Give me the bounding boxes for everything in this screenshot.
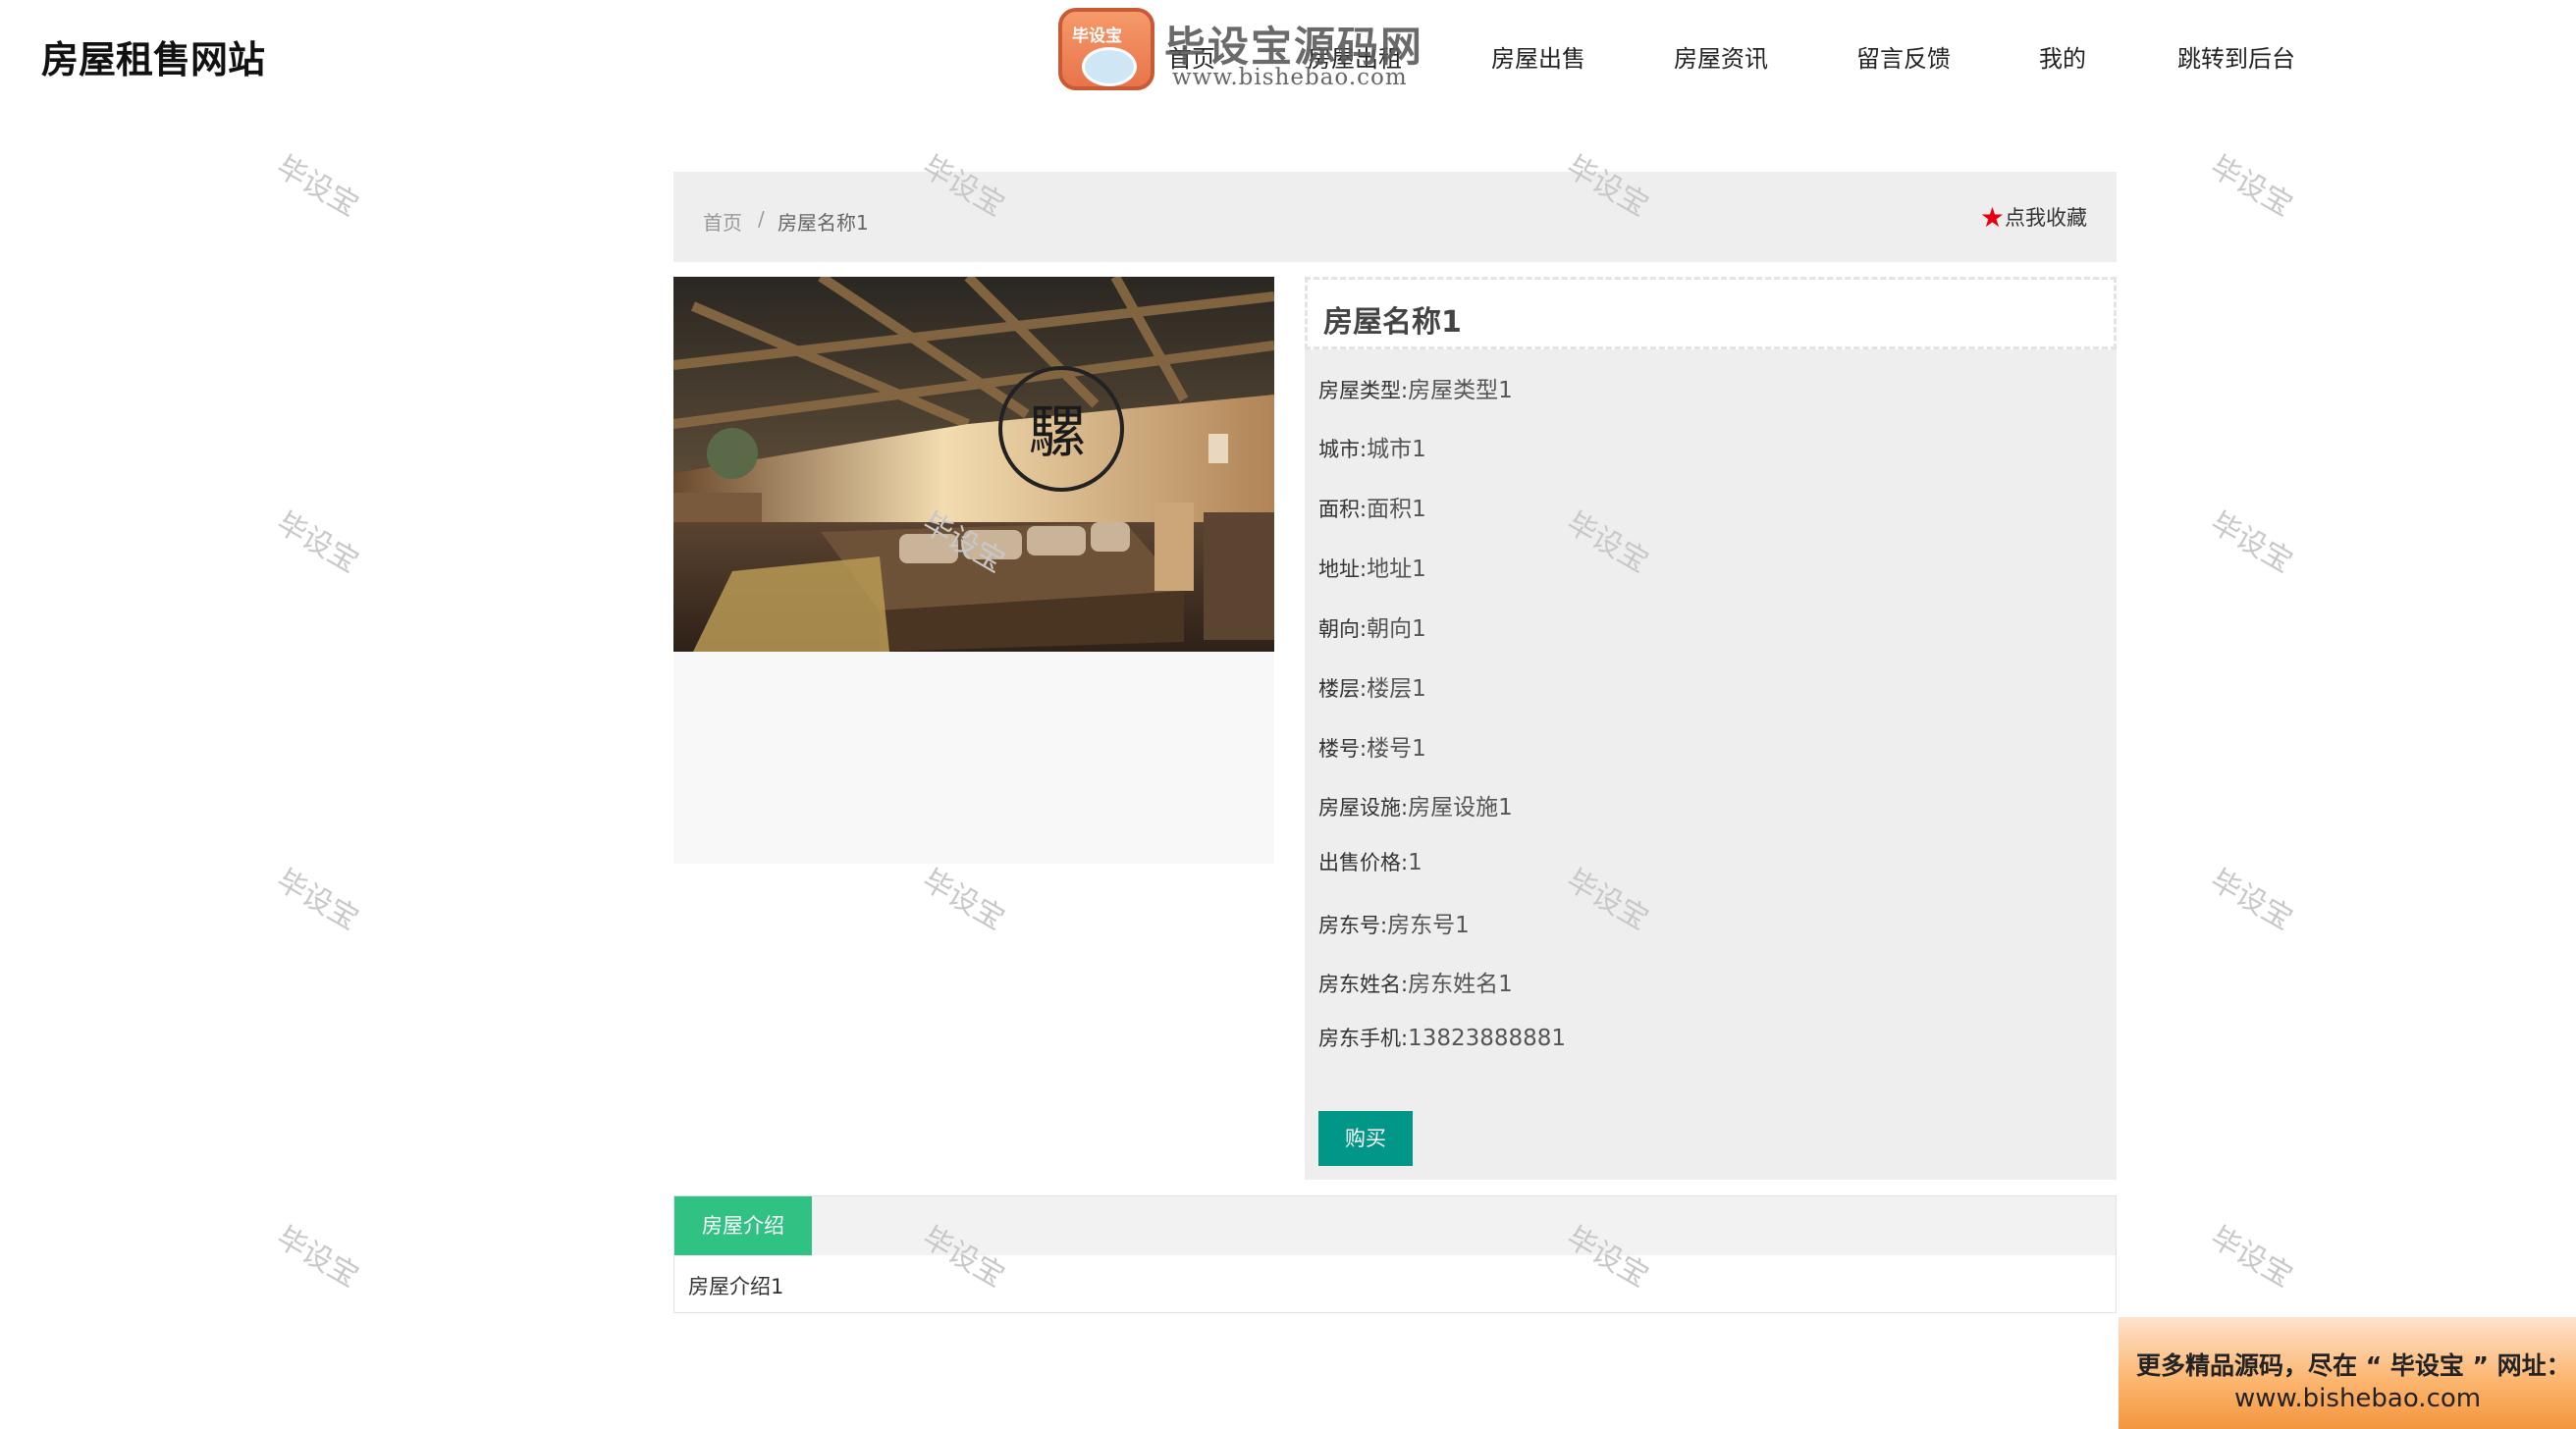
nav-item-admin[interactable]: 跳转到后台 — [2177, 39, 2295, 74]
breadcrumb-separator: / — [758, 207, 765, 231]
svg-text:騾: 騾 — [1029, 398, 1086, 465]
watermark-text: 毕设宝 — [270, 863, 364, 937]
buy-button[interactable]: 购买 — [1318, 1111, 1413, 1166]
watermark-text: 毕设宝 — [270, 505, 364, 580]
house-title-box: 房屋名称1 — [1305, 277, 2117, 349]
watermark-text: 毕设宝 — [270, 1220, 364, 1295]
attr-city: 城市:城市1 — [1318, 437, 1426, 462]
watermark-text: 毕设宝 — [2204, 863, 2298, 937]
watermark-text: 毕设宝 — [2204, 1220, 2298, 1295]
tab-house-intro[interactable]: 房屋介绍 — [674, 1196, 812, 1255]
attr-landlord-id: 房东号:房东号1 — [1318, 913, 1470, 938]
attr-facilities: 房屋设施:房屋设施1 — [1318, 795, 1513, 820]
watermark-text: 毕设宝 — [2204, 149, 2298, 224]
nav-item-sale[interactable]: 房屋出售 — [1491, 39, 1585, 74]
attic-bedroom-photo: 騾 — [673, 277, 1274, 652]
watermark-logo: 毕设宝 毕设宝源码网 www.bishebao.com — [1058, 8, 1431, 96]
watermark-logo-url: www.bishebao.com — [1172, 65, 1408, 90]
star-icon: ★ — [1979, 201, 2005, 234]
watermark-text: 毕设宝 — [916, 863, 1010, 937]
house-intro-tabs: 房屋介绍 房屋介绍1 — [673, 1195, 2117, 1313]
tab-content: 房屋介绍1 — [688, 1275, 784, 1298]
house-photo[interactable]: 騾 — [673, 277, 1274, 652]
attr-address: 地址:地址1 — [1318, 556, 1426, 582]
attr-landlord-name: 房东姓名:房东姓名1 — [1318, 972, 1513, 997]
tab-header: 房屋介绍 — [674, 1196, 2116, 1255]
attr-sale-price: 出售价格:1 — [1318, 850, 1422, 875]
attr-floor: 楼层:楼层1 — [1318, 676, 1426, 702]
watermark-text: 毕设宝 — [270, 149, 364, 224]
nav-item-mine[interactable]: 我的 — [2039, 39, 2086, 74]
attr-orientation: 朝向:朝向1 — [1318, 616, 1426, 642]
promo-url: www.bishebao.com — [2234, 1384, 2482, 1413]
favorite-button[interactable]: ★点我收藏 — [1980, 201, 2087, 234]
promo-line-1: 更多精品源码，尽在 “ 毕设宝 ” 网址： — [2136, 1351, 2571, 1380]
breadcrumb: 首页 / 房屋名称1 ★点我收藏 — [673, 172, 2117, 262]
attr-landlord-phone: 房东手机:13823888881 — [1318, 1026, 1567, 1051]
promo-banner[interactable]: 更多精品源码，尽在 “ 毕设宝 ” 网址： www.bishebao.com — [2119, 1317, 2576, 1429]
favorite-label: 点我收藏 — [2005, 206, 2087, 230]
attr-building-number: 楼号:楼号1 — [1318, 736, 1426, 762]
breadcrumb-home[interactable]: 首页 — [703, 207, 742, 236]
house-name: 房屋名称1 — [1323, 305, 1462, 340]
nav-item-news[interactable]: 房屋资讯 — [1674, 39, 1768, 74]
watermark-text: 毕设宝 — [2204, 505, 2298, 580]
house-info-panel: 房屋名称1 房屋类型:房屋类型1 城市:城市1 面积:面积1 地址:地址1 朝向… — [1305, 277, 2117, 1180]
house-gallery: 騾 — [673, 277, 1274, 864]
attr-area: 面积:面积1 — [1318, 497, 1426, 522]
watermark-badge-icon: 毕设宝 — [1058, 8, 1154, 90]
attr-house-type: 房屋类型:房屋类型1 — [1318, 378, 1513, 403]
breadcrumb-current: 房屋名称1 — [778, 211, 869, 235]
nav-item-feedback[interactable]: 留言反馈 — [1856, 39, 1951, 74]
